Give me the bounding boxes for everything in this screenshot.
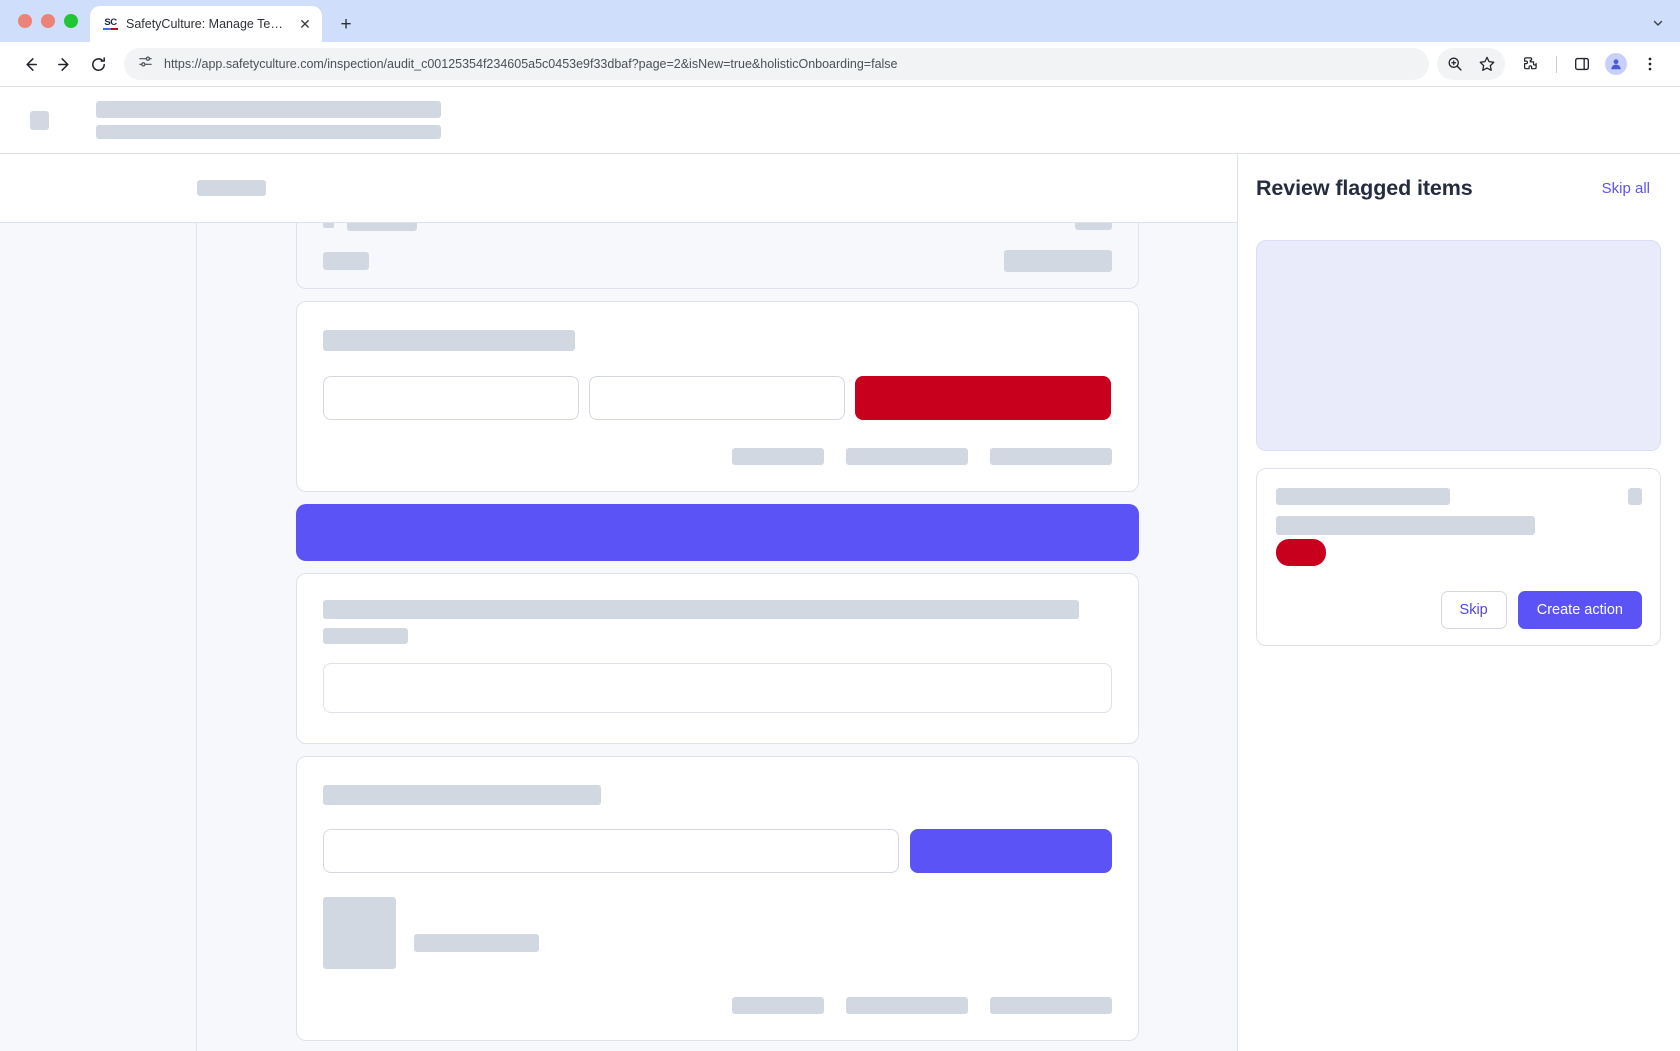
media-question-submit-button[interactable] xyxy=(909,829,1112,873)
web-page: Review flagged items Skip all Skip Creat… xyxy=(0,87,1680,1051)
search-plus-icon[interactable] xyxy=(1439,48,1471,80)
flagged-item-header xyxy=(1276,488,1642,505)
app-header xyxy=(0,87,1680,154)
inspection-subheader xyxy=(197,154,1237,223)
inspection-summary-card xyxy=(295,223,1139,289)
answer-option-1[interactable] xyxy=(322,376,579,420)
media-question-footer-actions xyxy=(323,997,1112,1014)
summary-row-bottom xyxy=(322,250,1112,272)
media-question-input-row xyxy=(322,829,1112,873)
app-logo-placeholder xyxy=(30,110,49,130)
puzzle-icon[interactable] xyxy=(1515,48,1547,80)
media-attachment xyxy=(322,897,1112,969)
side-panel-icon[interactable] xyxy=(1566,48,1598,80)
media-caption-skeleton xyxy=(413,934,539,952)
inspection-subheader-skeleton xyxy=(197,180,266,196)
url-text: https://app.safetyculture.com/inspection… xyxy=(164,57,898,71)
answer-options xyxy=(322,376,1112,420)
flagged-item-actions: Skip Create action xyxy=(1276,591,1642,629)
inspection-scroll-area[interactable] xyxy=(197,223,1237,1051)
flagged-item-preview-placeholder xyxy=(1256,240,1661,451)
tab-strip: SC SafetyCulture: Manage Teams and... ✕ … xyxy=(0,0,1680,42)
star-icon[interactable] xyxy=(1471,48,1503,80)
flagged-item-checkbox[interactable] xyxy=(1628,488,1642,505)
app-header-skeleton-line-1 xyxy=(96,101,441,118)
flagged-item-title-skeleton xyxy=(1276,488,1450,505)
forward-button[interactable] xyxy=(48,48,80,80)
skip-button[interactable]: Skip xyxy=(1440,591,1507,629)
profile-button[interactable] xyxy=(1600,48,1632,80)
summary-action-skeleton[interactable] xyxy=(1003,250,1112,272)
omnibox-action-pill xyxy=(1437,48,1505,80)
flagged-item-answer-chip xyxy=(1276,539,1326,566)
answer-option-2[interactable] xyxy=(588,376,846,420)
inspection-content xyxy=(295,223,1139,1041)
question-card-text xyxy=(295,573,1139,744)
media-question-action-2[interactable] xyxy=(845,997,968,1014)
browser-tab-safetyculture[interactable]: SC SafetyCulture: Manage Teams and... ✕ xyxy=(90,6,322,42)
question-text-skeleton-line-2 xyxy=(322,628,408,644)
question-label-skeleton xyxy=(322,330,575,351)
left-rail-content xyxy=(0,223,197,1051)
media-question-input[interactable] xyxy=(322,829,899,873)
profile-avatar-icon[interactable] xyxy=(1605,53,1627,75)
summary-icon-placeholder xyxy=(322,223,334,228)
answer-option-flagged[interactable] xyxy=(855,376,1112,420)
question-action-2[interactable] xyxy=(845,448,968,465)
favicon-underline xyxy=(103,28,118,30)
new-tab-button[interactable]: + xyxy=(332,10,360,38)
question-action-1[interactable] xyxy=(731,448,824,465)
page-body: Review flagged items Skip all Skip Creat… xyxy=(0,154,1680,1051)
purple-banner[interactable] xyxy=(295,504,1139,561)
tab-title: SafetyCulture: Manage Teams and... xyxy=(126,17,289,31)
review-flagged-items-panel: Review flagged items Skip all Skip Creat… xyxy=(1237,154,1680,1051)
create-action-button[interactable]: Create action xyxy=(1517,591,1642,629)
summary-subtitle-skeleton xyxy=(322,252,369,270)
inspection-column xyxy=(197,154,1237,1051)
app-header-skeleton-line-2 xyxy=(96,125,441,139)
toolbar-icon-group xyxy=(1437,48,1666,80)
reload-button[interactable] xyxy=(82,48,114,80)
summary-row-top xyxy=(322,223,1112,245)
question-text-input[interactable] xyxy=(322,663,1112,713)
close-tab-icon[interactable]: ✕ xyxy=(296,15,314,33)
minimize-window-button[interactable] xyxy=(41,14,55,28)
site-info-icon[interactable] xyxy=(138,54,153,74)
question-text-skeleton-line-1 xyxy=(322,600,1079,619)
review-panel-header: Review flagged items Skip all xyxy=(1238,154,1680,223)
zoom-window-button[interactable] xyxy=(64,14,78,28)
browser-window: SC SafetyCulture: Manage Teams and... ✕ … xyxy=(0,0,1680,1051)
question-card-multiple-choice xyxy=(295,301,1139,492)
flagged-item-card: Skip Create action xyxy=(1256,468,1661,646)
window-traffic-lights xyxy=(14,0,90,42)
question-action-3[interactable] xyxy=(989,448,1112,465)
favicon-label: SC xyxy=(104,17,117,28)
media-question-action-3[interactable] xyxy=(989,997,1112,1014)
question-footer-actions xyxy=(323,448,1112,465)
question-card-media xyxy=(295,756,1139,1041)
left-rail-header xyxy=(0,154,197,223)
left-rail xyxy=(0,154,197,1051)
summary-meta-skeleton xyxy=(1074,223,1112,230)
close-window-button[interactable] xyxy=(18,14,32,28)
address-bar[interactable]: https://app.safetyculture.com/inspection… xyxy=(124,48,1429,80)
media-thumbnail-placeholder[interactable] xyxy=(322,897,396,969)
media-question-action-1[interactable] xyxy=(731,997,824,1014)
review-panel-body: Skip Create action xyxy=(1238,223,1680,1051)
app-header-skeleton xyxy=(96,101,441,139)
chevron-down-icon[interactable] xyxy=(1652,17,1664,32)
review-panel-title: Review flagged items xyxy=(1256,176,1473,200)
skip-all-link[interactable]: Skip all xyxy=(1602,180,1650,197)
three-dot-menu-icon[interactable] xyxy=(1634,48,1666,80)
media-question-label-skeleton xyxy=(322,785,601,805)
flagged-item-question-skeleton xyxy=(1276,516,1535,535)
safetyculture-favicon-icon: SC xyxy=(102,16,119,33)
browser-toolbar: https://app.safetyculture.com/inspection… xyxy=(0,42,1680,86)
back-button[interactable] xyxy=(14,48,46,80)
summary-title-skeleton xyxy=(346,223,417,231)
toolbar-divider xyxy=(1556,55,1557,73)
